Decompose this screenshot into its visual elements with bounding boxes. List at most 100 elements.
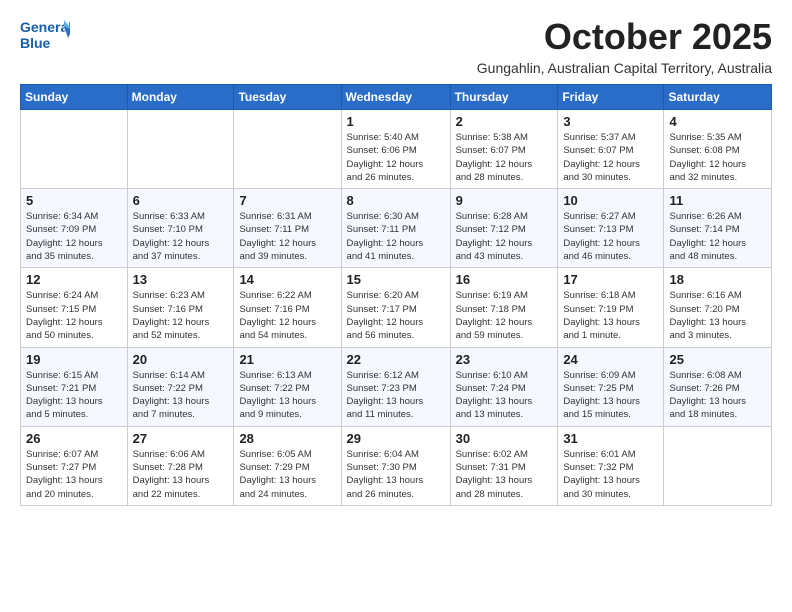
calendar-cell: 3 Sunrise: 5:37 AM Sunset: 6:07 PM Daylig… <box>558 110 664 189</box>
day-number: 9 <box>456 193 553 208</box>
week-row-2: 5 Sunrise: 6:34 AM Sunset: 7:09 PM Daylig… <box>21 189 772 268</box>
day-info: Sunrise: 6:27 AM Sunset: 7:13 PM Dayligh… <box>563 210 658 263</box>
day-info: Sunrise: 6:19 AM Sunset: 7:18 PM Dayligh… <box>456 289 553 342</box>
day-number: 31 <box>563 431 658 446</box>
week-row-3: 12Sunrise: 6:24 AM Sunset: 7:15 PM Dayli… <box>21 268 772 347</box>
weekday-header-wednesday: Wednesday <box>341 85 450 110</box>
day-number: 20 <box>133 352 229 367</box>
week-row-1: 1 Sunrise: 5:40 AM Sunset: 6:06 PM Daylig… <box>21 110 772 189</box>
title-block: October 2025 Gungahlin, Australian Capit… <box>477 16 772 76</box>
weekday-header-monday: Monday <box>127 85 234 110</box>
calendar-cell: 14Sunrise: 6:22 AM Sunset: 7:16 PM Dayli… <box>234 268 341 347</box>
calendar-cell: 1 Sunrise: 5:40 AM Sunset: 6:06 PM Daylig… <box>341 110 450 189</box>
day-info: Sunrise: 6:10 AM Sunset: 7:24 PM Dayligh… <box>456 369 553 422</box>
calendar-cell: 29 Sunrise: 6:04 AM Sunset: 7:30 PM Dayli… <box>341 426 450 505</box>
day-number: 19 <box>26 352 122 367</box>
day-number: 5 <box>26 193 122 208</box>
day-info: Sunrise: 6:09 AM Sunset: 7:25 PM Dayligh… <box>563 369 658 422</box>
svg-text:General: General <box>20 19 70 35</box>
svg-text:Blue: Blue <box>20 35 51 51</box>
calendar-cell: 6Sunrise: 6:33 AM Sunset: 7:10 PM Daylig… <box>127 189 234 268</box>
calendar-cell: 23Sunrise: 6:10 AM Sunset: 7:24 PM Dayli… <box>450 347 558 426</box>
day-info: Sunrise: 6:08 AM Sunset: 7:26 PM Dayligh… <box>669 369 766 422</box>
calendar-cell: 28 Sunrise: 6:05 AM Sunset: 7:29 PM Dayli… <box>234 426 341 505</box>
day-info: Sunrise: 6:34 AM Sunset: 7:09 PM Dayligh… <box>26 210 122 263</box>
day-number: 27 <box>133 431 229 446</box>
day-info: Sunrise: 6:23 AM Sunset: 7:16 PM Dayligh… <box>133 289 229 342</box>
day-number: 25 <box>669 352 766 367</box>
day-number: 10 <box>563 193 658 208</box>
day-info: Sunrise: 6:18 AM Sunset: 7:19 PM Dayligh… <box>563 289 658 342</box>
calendar-cell: 16 Sunrise: 6:19 AM Sunset: 7:18 PM Dayli… <box>450 268 558 347</box>
day-number: 7 <box>239 193 335 208</box>
calendar-cell <box>664 426 772 505</box>
weekday-header-friday: Friday <box>558 85 664 110</box>
day-number: 29 <box>347 431 445 446</box>
calendar-cell <box>234 110 341 189</box>
day-info: Sunrise: 5:37 AM Sunset: 6:07 PM Dayligh… <box>563 131 658 184</box>
day-info: Sunrise: 5:35 AM Sunset: 6:08 PM Dayligh… <box>669 131 766 184</box>
calendar-cell: 4 Sunrise: 5:35 AM Sunset: 6:08 PM Daylig… <box>664 110 772 189</box>
day-info: Sunrise: 6:05 AM Sunset: 7:29 PM Dayligh… <box>239 448 335 501</box>
day-number: 8 <box>347 193 445 208</box>
weekday-header-sunday: Sunday <box>21 85 128 110</box>
weekday-header-saturday: Saturday <box>664 85 772 110</box>
day-number: 1 <box>347 114 445 129</box>
day-number: 16 <box>456 272 553 287</box>
day-number: 18 <box>669 272 766 287</box>
calendar-cell: 26Sunrise: 6:07 AM Sunset: 7:27 PM Dayli… <box>21 426 128 505</box>
subtitle: Gungahlin, Australian Capital Territory,… <box>477 60 772 76</box>
calendar-cell: 20 Sunrise: 6:14 AM Sunset: 7:22 PM Dayli… <box>127 347 234 426</box>
calendar-cell: 8Sunrise: 6:30 AM Sunset: 7:11 PM Daylig… <box>341 189 450 268</box>
calendar-cell <box>21 110 128 189</box>
day-info: Sunrise: 5:40 AM Sunset: 6:06 PM Dayligh… <box>347 131 445 184</box>
day-number: 22 <box>347 352 445 367</box>
day-info: Sunrise: 6:26 AM Sunset: 7:14 PM Dayligh… <box>669 210 766 263</box>
calendar-cell: 17Sunrise: 6:18 AM Sunset: 7:19 PM Dayli… <box>558 268 664 347</box>
calendar-cell: 5 Sunrise: 6:34 AM Sunset: 7:09 PM Daylig… <box>21 189 128 268</box>
weekday-header-thursday: Thursday <box>450 85 558 110</box>
calendar-cell: 21 Sunrise: 6:13 AM Sunset: 7:22 PM Dayli… <box>234 347 341 426</box>
day-info: Sunrise: 5:38 AM Sunset: 6:07 PM Dayligh… <box>456 131 553 184</box>
calendar-cell: 10 Sunrise: 6:27 AM Sunset: 7:13 PM Dayli… <box>558 189 664 268</box>
calendar-cell: 13 Sunrise: 6:23 AM Sunset: 7:16 PM Dayli… <box>127 268 234 347</box>
day-number: 28 <box>239 431 335 446</box>
calendar-cell: 22Sunrise: 6:12 AM Sunset: 7:23 PM Dayli… <box>341 347 450 426</box>
logo-svg: General Blue <box>20 16 70 58</box>
calendar-cell: 30Sunrise: 6:02 AM Sunset: 7:31 PM Dayli… <box>450 426 558 505</box>
calendar-cell: 2Sunrise: 5:38 AM Sunset: 6:07 PM Daylig… <box>450 110 558 189</box>
day-info: Sunrise: 6:20 AM Sunset: 7:17 PM Dayligh… <box>347 289 445 342</box>
calendar-table: SundayMondayTuesdayWednesdayThursdayFrid… <box>20 84 772 506</box>
day-number: 3 <box>563 114 658 129</box>
day-info: Sunrise: 6:06 AM Sunset: 7:28 PM Dayligh… <box>133 448 229 501</box>
day-number: 11 <box>669 193 766 208</box>
calendar-cell <box>127 110 234 189</box>
day-info: Sunrise: 6:13 AM Sunset: 7:22 PM Dayligh… <box>239 369 335 422</box>
day-number: 21 <box>239 352 335 367</box>
calendar-cell: 25 Sunrise: 6:08 AM Sunset: 7:26 PM Dayli… <box>664 347 772 426</box>
day-number: 4 <box>669 114 766 129</box>
calendar-cell: 31 Sunrise: 6:01 AM Sunset: 7:32 PM Dayli… <box>558 426 664 505</box>
logo: General Blue <box>20 16 70 58</box>
day-info: Sunrise: 6:14 AM Sunset: 7:22 PM Dayligh… <box>133 369 229 422</box>
day-info: Sunrise: 6:33 AM Sunset: 7:10 PM Dayligh… <box>133 210 229 263</box>
week-row-4: 19 Sunrise: 6:15 AM Sunset: 7:21 PM Dayli… <box>21 347 772 426</box>
week-row-5: 26Sunrise: 6:07 AM Sunset: 7:27 PM Dayli… <box>21 426 772 505</box>
header: General Blue October 2025 Gungahlin, Aus… <box>20 16 772 76</box>
day-info: Sunrise: 6:31 AM Sunset: 7:11 PM Dayligh… <box>239 210 335 263</box>
calendar-cell: 19 Sunrise: 6:15 AM Sunset: 7:21 PM Dayli… <box>21 347 128 426</box>
day-number: 13 <box>133 272 229 287</box>
day-number: 12 <box>26 272 122 287</box>
calendar-cell: 9 Sunrise: 6:28 AM Sunset: 7:12 PM Daylig… <box>450 189 558 268</box>
month-title: October 2025 <box>477 16 772 58</box>
calendar-cell: 24 Sunrise: 6:09 AM Sunset: 7:25 PM Dayli… <box>558 347 664 426</box>
day-number: 24 <box>563 352 658 367</box>
day-info: Sunrise: 6:28 AM Sunset: 7:12 PM Dayligh… <box>456 210 553 263</box>
day-info: Sunrise: 6:04 AM Sunset: 7:30 PM Dayligh… <box>347 448 445 501</box>
calendar-cell: 11 Sunrise: 6:26 AM Sunset: 7:14 PM Dayli… <box>664 189 772 268</box>
calendar-cell: 15Sunrise: 6:20 AM Sunset: 7:17 PM Dayli… <box>341 268 450 347</box>
day-info: Sunrise: 6:01 AM Sunset: 7:32 PM Dayligh… <box>563 448 658 501</box>
day-info: Sunrise: 6:22 AM Sunset: 7:16 PM Dayligh… <box>239 289 335 342</box>
day-number: 26 <box>26 431 122 446</box>
day-info: Sunrise: 6:15 AM Sunset: 7:21 PM Dayligh… <box>26 369 122 422</box>
